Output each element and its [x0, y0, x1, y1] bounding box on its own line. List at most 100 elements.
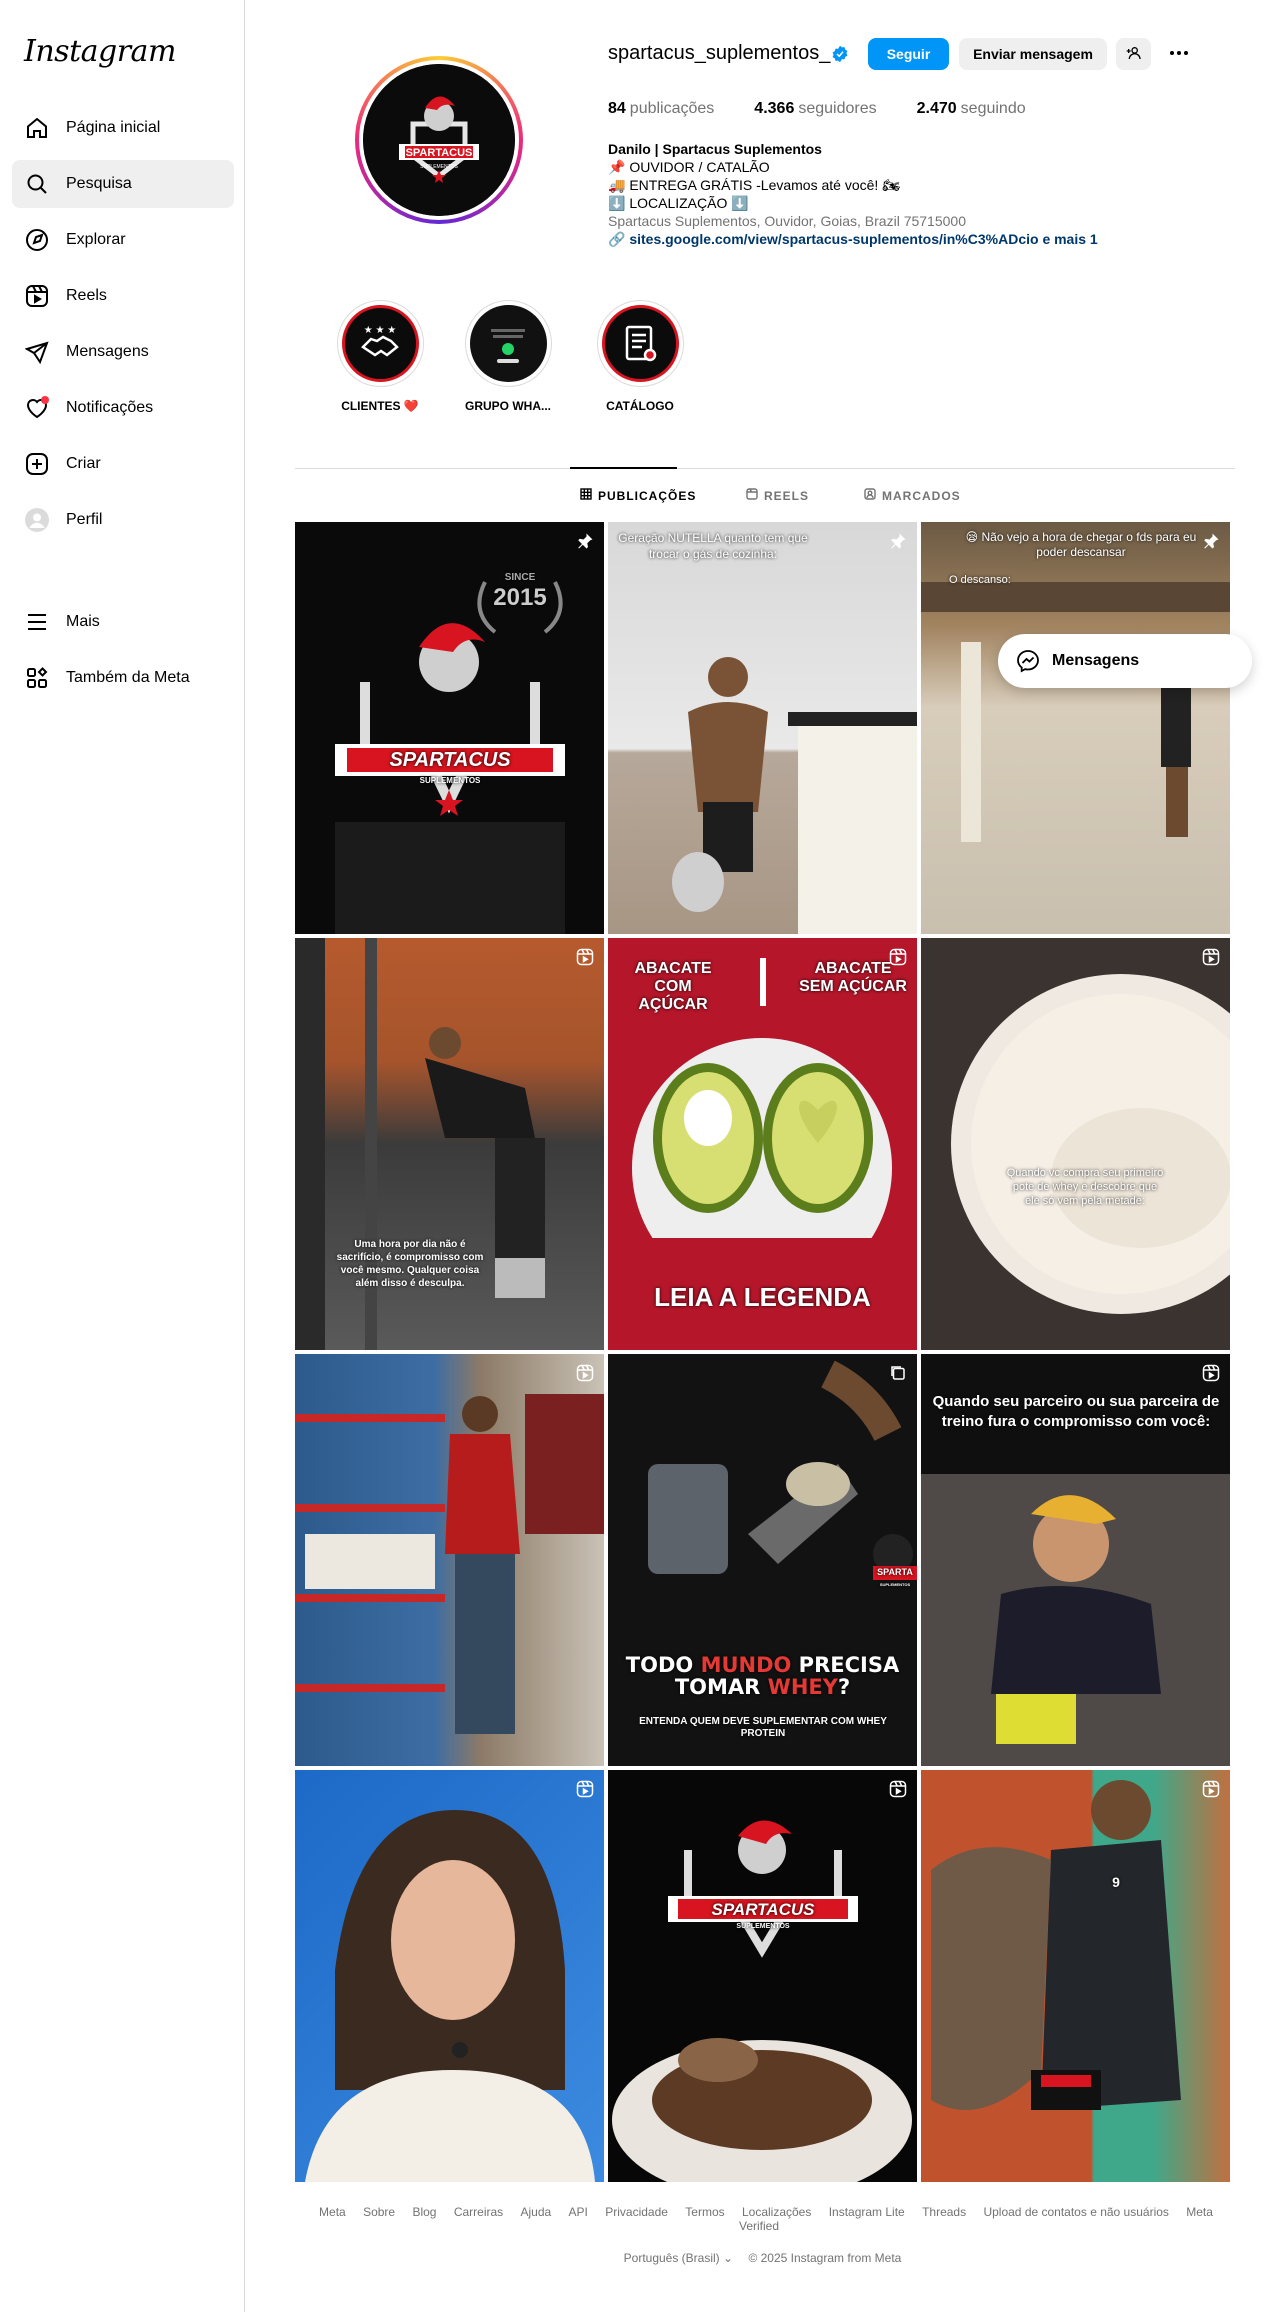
options-button[interactable] — [1162, 38, 1196, 70]
footer-link[interactable]: Upload de contatos e não usuários — [983, 2205, 1168, 2219]
menu-icon — [24, 609, 50, 635]
post-caption: Quando seu parceiro ou sua parceira de t… — [932, 1393, 1220, 1430]
footer-links: Meta Sobre Blog Carreiras Ajuda API Priv… — [295, 2205, 1230, 2233]
sidebar-item-label: Pesquisa — [66, 175, 132, 192]
messages-floating-button[interactable]: Mensagens — [998, 634, 1252, 688]
footer-link[interactable]: Carreiras — [454, 2205, 503, 2219]
reels-icon — [1202, 1780, 1220, 1803]
pin-icon — [576, 532, 594, 555]
instagram-logo[interactable]: Instagram — [24, 34, 176, 69]
footer-link[interactable]: Meta — [319, 2205, 346, 2219]
post-tile[interactable]: SINCE 2015 SPARTACUS SUPLEMENTOS — [295, 522, 604, 934]
sidebar-nav: Página inicial Pesquisa Explorar Reels M… — [12, 104, 234, 552]
sidebar-item-more[interactable]: Mais — [12, 598, 234, 646]
footer-link[interactable]: Blog — [412, 2205, 436, 2219]
profile-avatar[interactable]: SPARTACUS SUPLEMENTOS — [355, 56, 523, 224]
send-message-button[interactable]: Enviar mensagem — [959, 38, 1107, 70]
highlight-label: CATÁLOGO — [606, 399, 674, 413]
avatar-logo-image: SPARTACUS SUPLEMENTOS — [363, 64, 515, 216]
carousel-icon — [889, 1364, 907, 1387]
post-tile[interactable]: Quando seu parceiro ou sua parceira de t… — [921, 1354, 1230, 1766]
language-select[interactable]: Português (Brasil) ⌄ — [624, 2251, 733, 2265]
footer-link[interactable]: Localizações — [742, 2205, 811, 2219]
catalog-icon — [601, 305, 679, 382]
post-tile[interactable]: SPARTACUS SUPLEMENTOS — [608, 1770, 917, 2182]
profile-stats: 84 publicações 4.366 seguidores 2.470 segui… — [608, 100, 1066, 118]
footer-link[interactable]: Sobre — [363, 2205, 395, 2219]
sidebar-item-reels[interactable]: Reels — [12, 272, 234, 320]
footer-link[interactable]: Privacidade — [605, 2205, 668, 2219]
follow-button[interactable]: Seguir — [868, 38, 949, 70]
posts-count: 84 publicações — [608, 100, 715, 117]
post-tile[interactable]: Quando vc compra seu primeiro pote de wh… — [921, 938, 1230, 1350]
bio-address[interactable]: Spartacus Suplementos, Ouvidor, Goias, B… — [608, 212, 1168, 230]
highlight-clientes[interactable]: ★ ★ ★ CLIENTES ❤️ — [325, 300, 435, 413]
post-brand-sub: SUPLEMENTOS — [419, 776, 481, 785]
highlight-grupo[interactable]: GRUPO WHA... — [453, 300, 563, 413]
sidebar-item-meta[interactable]: Também da Meta — [12, 654, 234, 702]
footer-link[interactable]: API — [569, 2205, 588, 2219]
pin-icon — [1202, 532, 1220, 555]
highlight-catalogo[interactable]: CATÁLOGO — [585, 300, 695, 413]
post-year-label: 2015 — [493, 584, 547, 611]
post-tile[interactable]: 9 — [921, 1770, 1230, 2182]
post-tile[interactable]: SPARTA SUPLEMENTOS TODO MUNDO PRECISA TOM… — [608, 1354, 917, 1766]
post-tile[interactable] — [295, 1354, 604, 1766]
post-left-label: ABACATE COM AÇÚCAR — [634, 960, 712, 1013]
plus-square-icon — [24, 451, 50, 477]
post-tile[interactable]: ABACATE COM AÇÚCAR ABACATE SEM AÇÚCAR LE… — [608, 938, 917, 1350]
verified-badge-icon — [831, 45, 849, 68]
reels-icon — [746, 488, 758, 503]
sidebar-item-search[interactable]: Pesquisa — [12, 160, 234, 208]
footer-link[interactable]: Termos — [685, 2205, 724, 2219]
reels-icon — [576, 1780, 594, 1803]
post-brand: SPARTACUS — [711, 1900, 815, 1919]
suggest-accounts-button[interactable] — [1116, 38, 1151, 70]
bio-link[interactable]: 🔗 sites.google.com/view/spartacus-suplem… — [608, 230, 1168, 248]
sidebar-item-explore[interactable]: Explorar — [12, 216, 234, 264]
send-icon — [24, 339, 50, 365]
sidebar-item-label: Mensagens — [66, 343, 149, 360]
sidebar: Instagram Página inicial Pesquisa Explor… — [0, 0, 245, 2312]
sidebar-item-label: Também da Meta — [66, 669, 190, 686]
chevron-down-icon: ⌄ — [723, 2251, 734, 2265]
whatsapp-icon — [469, 305, 547, 382]
reels-icon — [1202, 1364, 1220, 1387]
following-count[interactable]: 2.470 seguindo — [917, 100, 1026, 118]
followers-count[interactable]: 4.366 seguidores — [754, 100, 876, 118]
profile-username: spartacus_suplementos_ — [608, 42, 831, 64]
post-brand-sub: SUPLEMENTOS — [879, 1582, 911, 1587]
sidebar-item-create[interactable]: Criar — [12, 440, 234, 488]
post-tile[interactable]: Geração NUTELLA quanto tem que trocar o … — [608, 522, 917, 934]
link-icon: 🔗 — [608, 231, 630, 247]
sidebar-item-home[interactable]: Página inicial — [12, 104, 234, 152]
profile-avatar-icon — [24, 507, 50, 533]
tab-tagged[interactable]: MARCADOS — [864, 488, 961, 503]
post-tile[interactable]: 😪 Não vejo a hora de chegar o fds para e… — [921, 522, 1230, 934]
footer-link[interactable]: Threads — [922, 2205, 966, 2219]
tab-reels[interactable]: REELS — [746, 488, 809, 503]
bio-line: 📌 OUVIDOR / CATALÃO — [608, 159, 770, 175]
footer-link[interactable]: Ajuda — [521, 2205, 552, 2219]
post-bottom-label: LEIA A LEGENDA — [654, 1282, 871, 1312]
post-brand: SPARTA — [877, 1567, 913, 1577]
post-shirt-number: 9 — [1112, 1874, 1120, 1890]
post-caption: Geração NUTELLA quanto tem que trocar o … — [618, 531, 808, 561]
pin-icon — [889, 532, 907, 555]
avatar-sub-text: SUPLEMENTOS — [420, 164, 458, 170]
post-since-label: SINCE — [504, 572, 536, 583]
sidebar-item-label: Perfil — [66, 511, 103, 528]
sidebar-item-notifications[interactable]: Notificações — [12, 384, 234, 432]
post-tile[interactable]: Uma hora por dia não é sacrifício, é com… — [295, 938, 604, 1350]
reels-icon — [889, 1780, 907, 1803]
sidebar-item-label: Página inicial — [66, 119, 161, 136]
highlight-label: CLIENTES ❤️ — [341, 399, 419, 413]
footer-link[interactable]: Instagram Lite — [829, 2205, 905, 2219]
reels-icon — [576, 1364, 594, 1387]
sidebar-item-messages[interactable]: Mensagens — [12, 328, 234, 376]
tab-posts[interactable]: PUBLICAÇÕES — [580, 488, 696, 503]
sidebar-item-profile[interactable]: Perfil — [12, 496, 234, 544]
post-brand-sub: SUPLEMENTOS — [736, 1923, 790, 1930]
post-tile[interactable] — [295, 1770, 604, 2182]
notification-dot — [41, 396, 49, 404]
